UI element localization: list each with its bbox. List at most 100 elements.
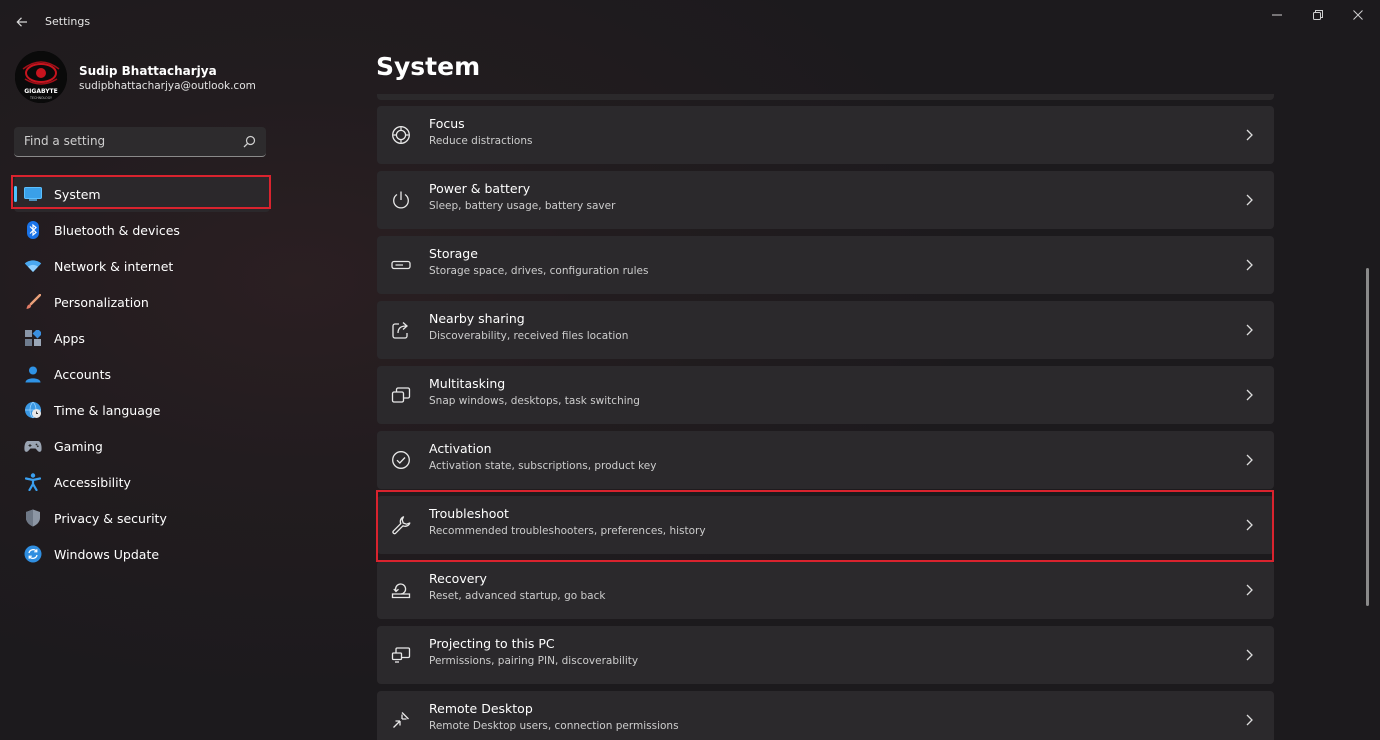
sidebar-item-label: Network & internet: [54, 258, 174, 274]
projecting-icon: [391, 647, 411, 663]
sidebar-item-network[interactable]: Network & internet: [14, 248, 270, 284]
settings-card-nearby-sharing[interactable]: Nearby sharing Discoverability, received…: [377, 301, 1274, 359]
card-subtitle: Discoverability, received files location: [429, 330, 629, 342]
update-icon: [24, 545, 42, 563]
sidebar-item-label: Windows Update: [54, 546, 160, 562]
settings-card-storage[interactable]: Storage Storage space, drives, configura…: [377, 236, 1274, 294]
minimize-icon: [1272, 14, 1282, 16]
card-title: Storage: [429, 246, 478, 261]
app-title: Settings: [45, 15, 91, 28]
sidebar-item-label: Apps: [54, 330, 85, 346]
card-subtitle: Sleep, battery usage, battery saver: [429, 200, 616, 212]
settings-card-multitasking[interactable]: Multitasking Snap windows, desktops, tas…: [377, 366, 1274, 424]
search-icon[interactable]: [243, 135, 256, 148]
card-subtitle: Permissions, pairing PIN, discoverabilit…: [429, 655, 639, 667]
chevron-right-icon: [1246, 389, 1253, 401]
settings-card-recovery[interactable]: Recovery Reset, advanced startup, go bac…: [377, 561, 1274, 619]
card-title: Focus: [429, 116, 465, 131]
settings-card-activation[interactable]: Activation Activation state, subscriptio…: [377, 431, 1274, 489]
gamepad-icon: [24, 437, 42, 455]
sidebar-item-label: Accounts: [54, 366, 111, 382]
card-title: Activation: [429, 441, 492, 456]
title-bar: Settings: [0, 0, 1380, 44]
gigabyte-logo-icon: GIGABYTE TECHNOLOGY: [15, 51, 67, 103]
check-circle-icon: [392, 451, 410, 469]
highlight-box-system: [11, 175, 271, 209]
shield-icon: [24, 509, 42, 527]
apps-icon: [24, 329, 42, 347]
card-subtitle: Reduce distractions: [429, 135, 533, 147]
recovery-icon: [391, 583, 411, 599]
sidebar-item-label: Gaming: [54, 438, 103, 454]
sidebar-item-gaming[interactable]: Gaming: [14, 428, 270, 464]
share-icon: [392, 322, 408, 339]
card-title: Recovery: [429, 571, 487, 586]
user-name: Sudip Bhattacharjya: [79, 64, 217, 78]
card-title: Power & battery: [429, 181, 531, 196]
brush-icon: [24, 293, 42, 311]
chevron-right-icon: [1246, 194, 1253, 206]
settings-card-focus[interactable]: Focus Reduce distractions: [377, 106, 1274, 164]
globe-clock-icon: [24, 401, 42, 419]
chevron-right-icon: [1246, 584, 1253, 596]
card-title: Projecting to this PC: [429, 636, 555, 651]
sidebar-item-accessibility[interactable]: Accessibility: [14, 464, 270, 500]
bluetooth-icon: [24, 221, 42, 239]
sidebar-nav: System Bluetooth & devices Network & int…: [14, 176, 270, 572]
svg-text:GIGABYTE: GIGABYTE: [24, 88, 58, 95]
card-title: Remote Desktop: [429, 701, 533, 716]
wifi-icon: [24, 257, 42, 275]
chevron-right-icon: [1246, 649, 1253, 661]
close-icon: [1353, 10, 1363, 20]
back-button[interactable]: [10, 10, 34, 34]
card-title: Nearby sharing: [429, 311, 525, 326]
card-title: Multitasking: [429, 376, 506, 391]
focus-icon: [392, 126, 410, 144]
scrollbar[interactable]: [1366, 268, 1369, 606]
search-box[interactable]: [14, 127, 266, 157]
sidebar-item-apps[interactable]: Apps: [14, 320, 270, 356]
sidebar-item-personalization[interactable]: Personalization: [14, 284, 270, 320]
chevron-right-icon: [1246, 324, 1253, 336]
minimize-button[interactable]: [1265, 6, 1289, 24]
power-icon: [393, 191, 409, 209]
card-subtitle: Activation state, subscriptions, product…: [429, 460, 657, 472]
svg-text:TECHNOLOGY: TECHNOLOGY: [29, 96, 52, 100]
sidebar-item-windows-update[interactable]: Windows Update: [14, 536, 270, 572]
page-title: System: [376, 52, 481, 81]
avatar[interactable]: GIGABYTE TECHNOLOGY: [15, 51, 67, 103]
settings-card-remote-desktop[interactable]: Remote Desktop Remote Desktop users, con…: [377, 691, 1274, 740]
accessibility-icon: [24, 473, 42, 491]
settings-list: Focus Reduce distractions Power & batter…: [377, 94, 1274, 740]
card-subtitle: Reset, advanced startup, go back: [429, 590, 606, 602]
person-icon: [24, 365, 42, 383]
restore-button[interactable]: [1306, 6, 1330, 24]
sidebar-item-privacy[interactable]: Privacy & security: [14, 500, 270, 536]
close-button[interactable]: [1346, 6, 1370, 24]
sidebar-item-label: Accessibility: [54, 474, 131, 490]
chevron-right-icon: [1246, 129, 1253, 141]
sidebar-item-time-language[interactable]: Time & language: [14, 392, 270, 428]
user-email: sudipbhattacharjya@outlook.com: [79, 80, 256, 92]
chevron-right-icon: [1246, 714, 1253, 726]
settings-card-power-battery[interactable]: Power & battery Sleep, battery usage, ba…: [377, 171, 1274, 229]
settings-card-projecting[interactable]: Projecting to this PC Permissions, pairi…: [377, 626, 1274, 684]
highlight-box-troubleshoot: [376, 490, 1274, 562]
chevron-right-icon: [1246, 454, 1253, 466]
remote-desktop-icon: [393, 712, 409, 728]
chevron-right-icon: [1246, 259, 1253, 271]
back-arrow-icon: [16, 17, 27, 27]
sidebar-item-label: Personalization: [54, 294, 149, 310]
sidebar-item-label: Time & language: [54, 402, 161, 418]
card-subtitle: Storage space, drives, configuration rul…: [429, 265, 649, 277]
partial-card: [377, 94, 1274, 100]
sidebar-item-accounts[interactable]: Accounts: [14, 356, 270, 392]
multitasking-icon: [391, 387, 411, 403]
sidebar-item-label: Bluetooth & devices: [54, 222, 180, 238]
restore-icon: [1313, 10, 1323, 20]
sidebar-item-bluetooth[interactable]: Bluetooth & devices: [14, 212, 270, 248]
card-subtitle: Snap windows, desktops, task switching: [429, 395, 640, 407]
storage-icon: [391, 260, 411, 270]
sidebar-item-label: Privacy & security: [54, 510, 167, 526]
search-input[interactable]: [14, 127, 234, 155]
